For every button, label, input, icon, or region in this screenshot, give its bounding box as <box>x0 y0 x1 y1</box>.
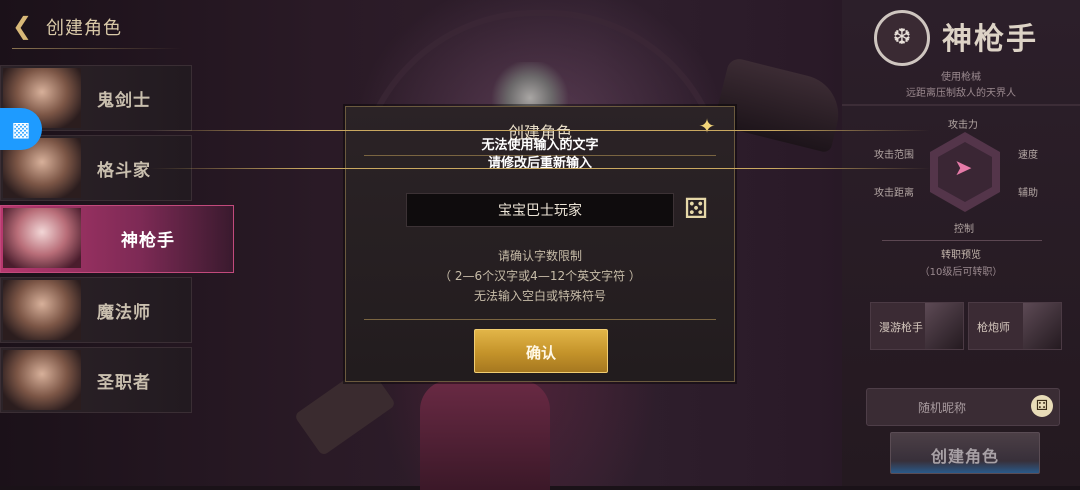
character-name-input[interactable] <box>406 193 674 227</box>
character-coat <box>420 380 550 490</box>
class-name: 圣职者 <box>97 373 151 393</box>
rule-line1: 请确认字数限制 <box>497 249 582 263</box>
class-item-gunner[interactable]: 神枪手 <box>0 205 234 273</box>
class-item-mage[interactable]: 魔法师 <box>0 277 192 343</box>
class-item-priest[interactable]: 圣职者 <box>0 347 192 413</box>
subclass-art <box>925 303 963 349</box>
class-name: 魔法师 <box>97 303 151 323</box>
subclass-label: 漫游枪手 <box>879 321 923 334</box>
warning-toast: 无法使用输入的文字 请修改后重新输入 <box>0 126 1080 171</box>
class-name: 神枪手 <box>121 231 175 251</box>
class-name: 鬼剑士 <box>97 91 151 111</box>
dice-icon: ⚃ <box>1031 395 1053 417</box>
subclass-launcher[interactable]: 枪炮师 <box>968 302 1062 350</box>
dice-icon[interactable]: ⚄ <box>680 193 712 225</box>
rule-line3: 无法输入空白或特殊符号 <box>473 289 606 303</box>
random-name-label: 随机昵称 <box>917 401 966 415</box>
stat-control: 控制 <box>954 224 974 235</box>
stat-support: 辅助 <box>1018 188 1038 199</box>
arrow-left-icon[interactable]: ❮ <box>12 14 36 38</box>
advancement-title: 转职预览 <box>941 250 981 261</box>
confirm-button[interactable]: 确认 <box>474 329 608 373</box>
confirm-label: 确认 <box>525 344 556 362</box>
subclass-label: 枪炮师 <box>977 321 1010 334</box>
rule-line2: （ 2—6个汉字或4—12个英文字符 ） <box>439 269 641 283</box>
subclass-ranger[interactable]: 漫游枪手 <box>870 302 964 350</box>
class-portrait <box>3 350 81 410</box>
advancement-subtitle: （10级后可转职） <box>919 267 1003 278</box>
panel-divider <box>842 104 1080 106</box>
dialog-divider-bottom <box>364 319 716 320</box>
class-description-line2: 远距离压制敌人的天界人 <box>906 88 1016 99</box>
create-character-label: 创建角色 <box>930 447 999 466</box>
toast-divider-top <box>150 130 930 131</box>
class-description-line1: 使用枪械 <box>941 72 981 83</box>
subclass-art <box>1023 303 1061 349</box>
stat-attack-distance: 攻击距离 <box>874 188 914 199</box>
toast-line1: 无法使用输入的文字 <box>481 138 599 153</box>
create-character-button[interactable]: 创建角色 <box>890 432 1040 474</box>
class-portrait <box>3 280 81 340</box>
toast-divider-bottom <box>150 168 930 169</box>
class-title: 神枪手 <box>942 22 1038 57</box>
header-divider <box>12 48 182 49</box>
class-emblem-icon: ❆ <box>874 10 930 66</box>
class-portrait <box>3 208 81 268</box>
top-bar: ❮ 创建角色 <box>0 0 200 50</box>
advancement-divider <box>882 240 1042 241</box>
random-name-button[interactable]: 随机昵称 ⚃ <box>866 388 1060 426</box>
page-title: 创建角色 <box>46 18 122 39</box>
